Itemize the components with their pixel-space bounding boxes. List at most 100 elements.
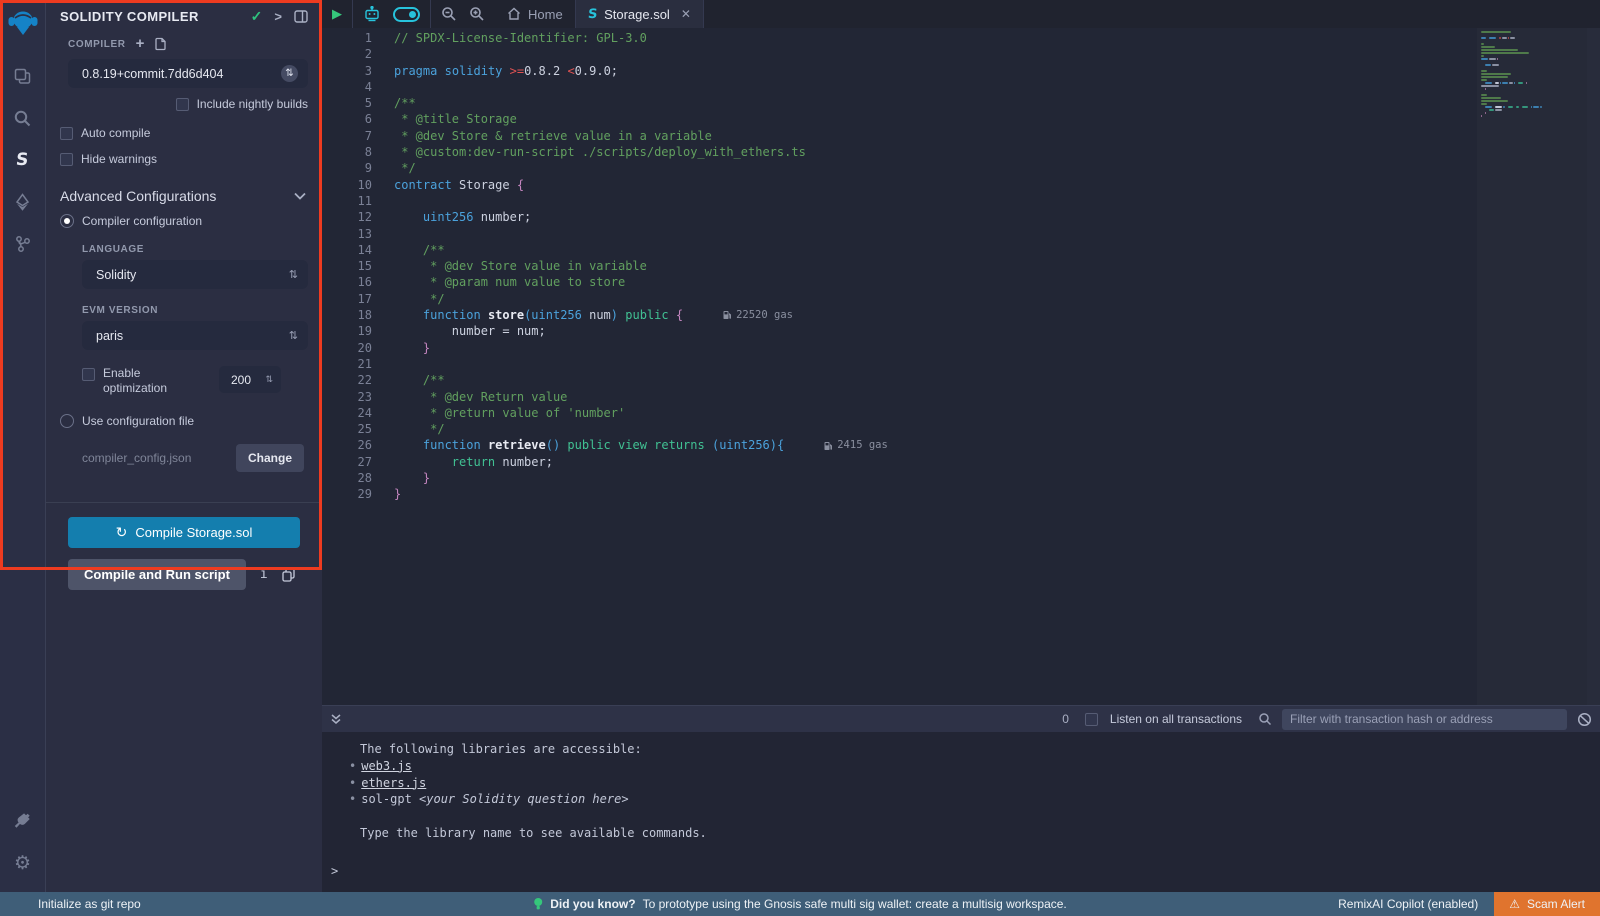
chevron-down-icon[interactable] bbox=[294, 192, 306, 200]
library-link[interactable]: ethers.js bbox=[361, 775, 426, 792]
line-number: 19 bbox=[322, 323, 372, 339]
code-line[interactable]: 1// SPDX-License-Identifier: GPL-3.0 bbox=[322, 30, 1600, 46]
scam-alert-button[interactable]: ⚠ Scam Alert bbox=[1494, 892, 1600, 916]
code-line[interactable]: 10contract Storage { bbox=[322, 177, 1600, 193]
code-line[interactable]: 24 * @return value of 'number' bbox=[322, 405, 1600, 421]
use-config-file-radio[interactable] bbox=[60, 414, 74, 428]
line-content: } bbox=[372, 340, 430, 356]
terminal-line: •web3.js bbox=[360, 758, 1600, 775]
sidebar-item-source-control[interactable] bbox=[0, 223, 46, 265]
code-line[interactable]: 20 } bbox=[322, 340, 1600, 356]
pin-panel-icon[interactable] bbox=[294, 10, 308, 23]
code-line[interactable]: 17 */ bbox=[322, 291, 1600, 307]
gear-icon: ⚙ bbox=[14, 852, 31, 875]
code-line[interactable]: 28 } bbox=[322, 470, 1600, 486]
transaction-filter-input[interactable] bbox=[1282, 709, 1567, 730]
code-line[interactable]: 3pragma solidity >=0.8.2 <0.9.0; bbox=[322, 63, 1600, 79]
change-config-button[interactable]: Change bbox=[236, 444, 304, 472]
compiler-section-label: COMPILER bbox=[68, 39, 126, 50]
collapse-terminal-icon[interactable] bbox=[330, 713, 342, 725]
runs-stepper-icon: ⇅ bbox=[265, 374, 273, 385]
line-content bbox=[372, 46, 394, 62]
sidebar-item-file-explorer[interactable] bbox=[0, 55, 46, 97]
tab-home[interactable]: Home bbox=[495, 0, 575, 28]
status-bar: Initialize as git repo Did you know? To … bbox=[0, 892, 1600, 916]
line-content: pragma solidity >=0.8.2 <0.9.0; bbox=[372, 63, 618, 79]
open-file-icon[interactable] bbox=[154, 37, 168, 51]
hide-warnings-checkbox[interactable] bbox=[60, 153, 73, 166]
code-line[interactable]: 29} bbox=[322, 486, 1600, 502]
code-line[interactable]: 19 number = num; bbox=[322, 323, 1600, 339]
language-select[interactable]: Solidity ⇅ bbox=[82, 260, 308, 289]
compile-button[interactable]: ↻ Compile Storage.sol bbox=[68, 517, 300, 548]
advanced-configurations-title[interactable]: Advanced Configurations bbox=[60, 188, 294, 204]
compile-and-run-button[interactable]: Compile and Run script bbox=[68, 559, 246, 590]
line-content: * @return value of 'number' bbox=[372, 405, 625, 421]
copilot-toggle[interactable] bbox=[393, 7, 420, 22]
editor-scrollbar[interactable] bbox=[1587, 28, 1600, 705]
code-line[interactable]: 25 */ bbox=[322, 421, 1600, 437]
include-nightly-label: Include nightly builds bbox=[197, 97, 308, 111]
compiler-version-select[interactable]: 0.8.19+commit.7dd6d404 ⇅ bbox=[68, 59, 308, 88]
code-line[interactable]: 18 function store(uint256 num) public {2… bbox=[322, 307, 1600, 323]
code-line[interactable]: 5/** bbox=[322, 95, 1600, 111]
line-content bbox=[372, 356, 394, 372]
code-line[interactable]: 22 /** bbox=[322, 372, 1600, 388]
remix-logo-icon[interactable] bbox=[6, 7, 40, 41]
library-link[interactable]: web3.js bbox=[361, 758, 412, 775]
run-script-button[interactable]: ▶ bbox=[332, 6, 342, 22]
code-line[interactable]: 7 * @dev Store & retrieve value in a var… bbox=[322, 128, 1600, 144]
line-number: 11 bbox=[322, 193, 372, 209]
gas-estimate-badge: 2415 gas bbox=[824, 437, 888, 453]
clear-console-icon[interactable] bbox=[1577, 712, 1592, 727]
code-line[interactable]: 6 * @title Storage bbox=[322, 111, 1600, 127]
close-tab-icon[interactable]: ✕ bbox=[681, 7, 691, 21]
code-line[interactable]: 16 * @param num value to store bbox=[322, 274, 1600, 290]
code-line[interactable]: 26 function retrieve() public view retur… bbox=[322, 437, 1600, 453]
listen-all-transactions-label: Listen on all transactions bbox=[1110, 712, 1242, 726]
sidebar-item-solidity-compiler[interactable]: S bbox=[0, 139, 46, 181]
ai-copilot-robot-icon[interactable] bbox=[363, 6, 381, 22]
code-line[interactable]: 9 */ bbox=[322, 160, 1600, 176]
line-number: 28 bbox=[322, 470, 372, 486]
info-icon[interactable]: i bbox=[260, 567, 268, 582]
hide-warnings-label: Hide warnings bbox=[81, 152, 157, 166]
enable-optimization-checkbox[interactable] bbox=[82, 368, 95, 381]
code-editor[interactable]: 1// SPDX-License-Identifier: GPL-3.023pr… bbox=[322, 28, 1600, 705]
code-line[interactable]: 15 * @dev Store value in variable bbox=[322, 258, 1600, 274]
add-compiler-icon[interactable]: + bbox=[136, 39, 145, 49]
copy-icon[interactable] bbox=[282, 568, 295, 582]
code-line[interactable]: 8 * @custom:dev-run-script ./scripts/dep… bbox=[322, 144, 1600, 160]
terminal-prompt: > bbox=[331, 864, 338, 878]
code-line[interactable]: 27 return number; bbox=[322, 454, 1600, 470]
git-init-button[interactable]: Initialize as git repo bbox=[0, 897, 141, 911]
terminal[interactable]: The following libraries are accessible:•… bbox=[322, 732, 1600, 892]
code-line[interactable]: 14 /** bbox=[322, 242, 1600, 258]
zoom-in-icon[interactable] bbox=[469, 6, 485, 22]
line-content: number = num; bbox=[372, 323, 546, 339]
zoom-out-icon[interactable] bbox=[441, 6, 457, 22]
include-nightly-checkbox[interactable] bbox=[176, 98, 189, 111]
forward-chevron-icon[interactable]: > bbox=[274, 9, 282, 24]
code-line[interactable]: 23 * @dev Return value bbox=[322, 389, 1600, 405]
sidebar-item-search[interactable] bbox=[0, 97, 46, 139]
sidebar-item-settings[interactable]: ⚙ bbox=[0, 842, 46, 884]
code-line[interactable]: 2 bbox=[322, 46, 1600, 62]
listen-all-transactions-checkbox[interactable] bbox=[1085, 713, 1098, 726]
lightbulb-icon bbox=[533, 897, 543, 911]
code-line[interactable]: 12 uint256 number; bbox=[322, 209, 1600, 225]
code-line[interactable]: 13 bbox=[322, 226, 1600, 242]
optimization-runs-input[interactable]: 200 ⇅ bbox=[219, 366, 281, 393]
code-line[interactable]: 4 bbox=[322, 79, 1600, 95]
editor-minimap[interactable] bbox=[1477, 28, 1587, 705]
code-line[interactable]: 11 bbox=[322, 193, 1600, 209]
auto-compile-checkbox[interactable] bbox=[60, 127, 73, 140]
compiler-configuration-radio[interactable] bbox=[60, 214, 74, 228]
evm-version-select[interactable]: paris ⇅ bbox=[82, 321, 308, 350]
sidebar-item-plugin-manager[interactable] bbox=[0, 800, 46, 842]
solidity-compiler-icon: S bbox=[15, 150, 29, 170]
tab-storage-sol[interactable]: S Storage.sol ✕ bbox=[575, 0, 704, 28]
copilot-status[interactable]: RemixAI Copilot (enabled) bbox=[1338, 897, 1478, 911]
code-line[interactable]: 21 bbox=[322, 356, 1600, 372]
sidebar-item-deploy-and-run[interactable] bbox=[0, 181, 46, 223]
